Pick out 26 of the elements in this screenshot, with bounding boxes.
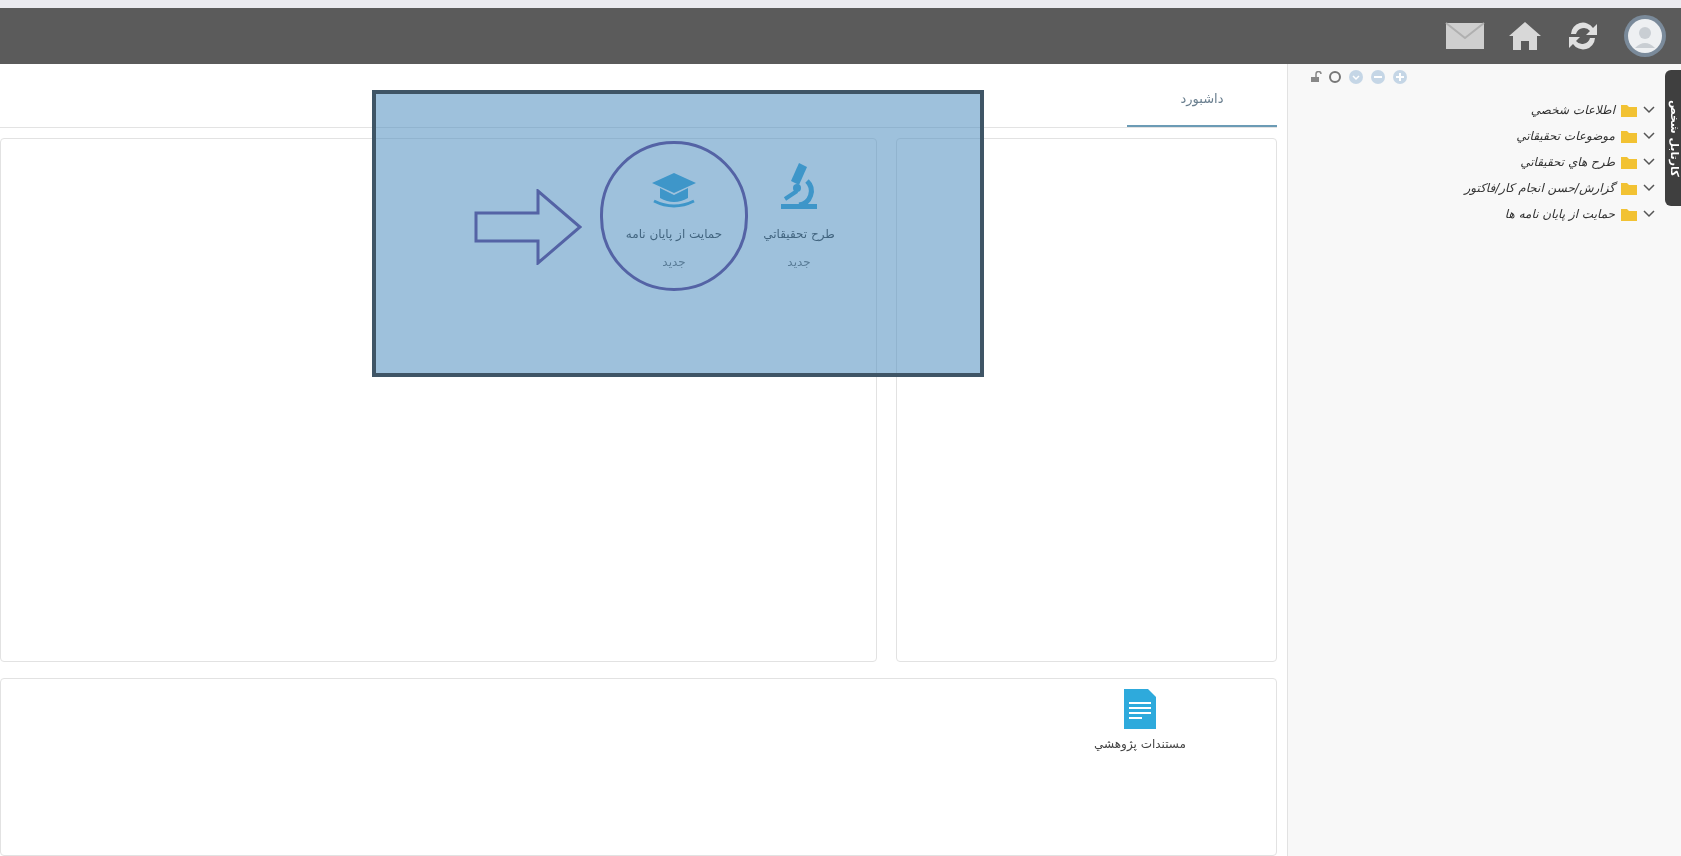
folder-icon — [1621, 103, 1637, 117]
folder-icon — [1621, 129, 1637, 143]
circle-icon[interactable] — [1328, 70, 1342, 84]
vertical-tab-label: کارتابل شخص — [1666, 99, 1681, 177]
document-icon — [1124, 689, 1157, 729]
mail-icon[interactable] — [1445, 22, 1485, 50]
avatar-icon[interactable] — [1623, 14, 1667, 58]
lock-icon[interactable] — [1310, 71, 1322, 83]
tree-item[interactable]: اطلاعات شخصي — [1530, 101, 1615, 119]
vertical-tab[interactable]: کارتابل شخص — [1665, 70, 1681, 206]
documents-link[interactable]: مستندات پژوهشي — [1094, 735, 1186, 753]
tree-item[interactable]: حمايت از پايان نامه ها — [1504, 205, 1615, 223]
folder-icon — [1621, 155, 1637, 169]
tree-item[interactable]: موضوعات تحقيقاتي — [1516, 127, 1615, 145]
tree-item[interactable]: طرح هاي تحقيقاتي — [1520, 153, 1615, 171]
shortcut-sublabel: جديد — [662, 254, 686, 271]
chevron-down-icon[interactable] — [1643, 132, 1655, 140]
dashboard-tab[interactable]: داشبورد — [1127, 73, 1277, 127]
folder-icon — [1621, 181, 1637, 195]
shortcut-sublabel: جديد — [787, 254, 811, 271]
chevron-down-icon[interactable] — [1643, 210, 1655, 218]
chevron-down-icon[interactable] — [1643, 184, 1655, 192]
chevron-down-icon[interactable] — [1643, 106, 1655, 114]
folder-icon — [1621, 207, 1637, 221]
chevron-down-icon[interactable] — [1643, 158, 1655, 166]
home-icon[interactable] — [1507, 20, 1543, 52]
